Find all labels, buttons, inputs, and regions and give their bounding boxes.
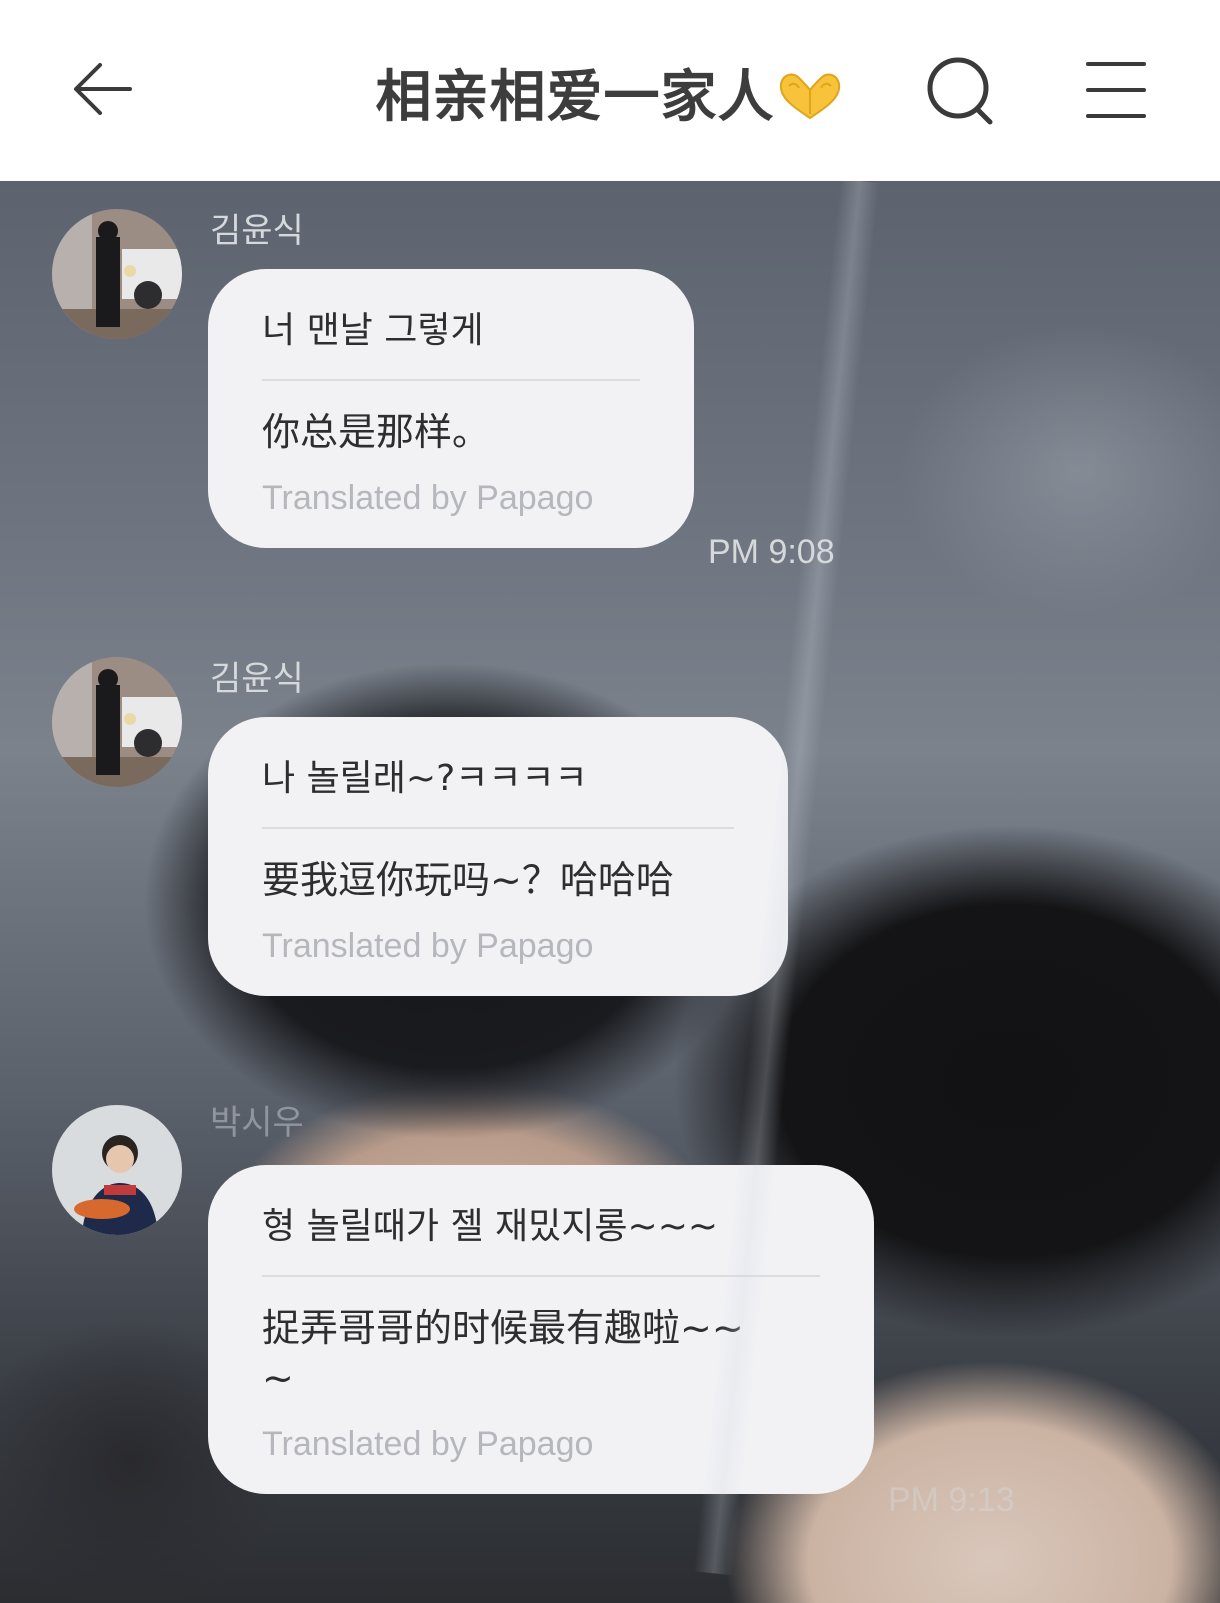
menu-icon: [1086, 62, 1146, 118]
message-time: PM 9:13: [888, 1481, 1015, 1519]
menu-button[interactable]: [1084, 58, 1148, 122]
chat-title: 相亲相爱一家人: [300, 52, 920, 133]
avatar[interactable]: [52, 1105, 182, 1235]
avatar[interactable]: [52, 657, 182, 787]
translation-credit: Translated by Papago: [262, 479, 594, 517]
chat-title-text: 相亲相爱一家人: [375, 65, 775, 130]
sender-name: 박시우: [210, 1103, 304, 1143]
avatar[interactable]: [52, 209, 182, 339]
original-text: 형 놀릴때가 젤 재밌지롱~~~: [262, 1206, 719, 1247]
heart-hands-icon: [779, 73, 840, 120]
search-icon: [927, 57, 993, 125]
sender-name: 김윤식: [210, 211, 304, 251]
message-bubble[interactable]: 형 놀릴때가 젤 재밌지롱~~~ 捉弄哥哥的时候最有趣啦~~~ Translat…: [208, 1165, 874, 1494]
original-text: 나 놀릴래~?ㅋㅋㅋㅋ: [262, 758, 588, 799]
translation-credit: Translated by Papago: [262, 1425, 594, 1463]
message-bubble[interactable]: 나 놀릴래~?ㅋㅋㅋㅋ 要我逗你玩吗~？哈哈哈 Translated by Pa…: [208, 717, 788, 996]
chat-header: 相亲相爱一家人: [0, 0, 1220, 181]
translation-credit: Translated by Papago: [262, 927, 594, 965]
translated-text: 你总是那样。: [262, 410, 491, 454]
back-button[interactable]: [70, 56, 136, 122]
translated-text: 捉弄哥哥的时候最有趣啦~~~: [262, 1306, 744, 1400]
search-button[interactable]: [924, 54, 1000, 130]
translated-text: 要我逗你玩吗~？哈哈哈: [262, 858, 674, 902]
chat-area[interactable]: 김윤식 너 맨날 그렇게 你总是那样。 Translated by Papago…: [0, 181, 1220, 1603]
message-bubble[interactable]: 너 맨날 그렇게 你总是那样。 Translated by Papago: [208, 269, 694, 548]
message-time: PM 9:08: [708, 533, 835, 571]
divider: [262, 379, 640, 381]
sender-name: 김윤식: [210, 659, 304, 699]
back-arrow-icon: [74, 63, 132, 115]
divider: [262, 827, 734, 829]
original-text: 너 맨날 그렇게: [262, 310, 484, 351]
divider: [262, 1275, 820, 1277]
